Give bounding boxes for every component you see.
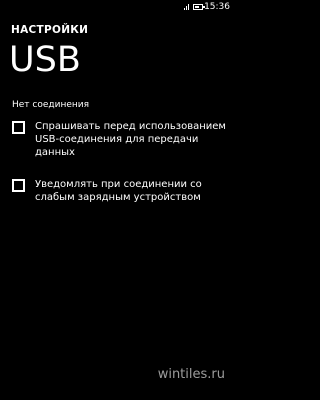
signal-bars-icon <box>184 4 189 10</box>
battery-level <box>195 6 199 8</box>
ask-before-usb-label[interactable]: Спрашивать перед использованием USB-соед… <box>35 120 234 159</box>
app-title: НАСТРОЙКИ <box>11 24 89 36</box>
battery-icon <box>193 4 205 10</box>
status-bar: 15:36 <box>0 0 240 16</box>
ask-before-usb-checkbox[interactable] <box>12 121 25 134</box>
status-icons <box>184 3 205 10</box>
weak-charger-notify-label[interactable]: Уведомлять при соединении со слабым заря… <box>35 178 234 204</box>
weak-charger-notify-option[interactable]: Уведомлять при соединении со слабым заря… <box>12 178 234 204</box>
page-title: USB <box>9 40 81 80</box>
status-time: 15:36 <box>204 2 230 12</box>
weak-charger-notify-checkbox[interactable] <box>12 179 25 192</box>
ask-before-usb-option[interactable]: Спрашивать перед использованием USB-соед… <box>12 120 234 159</box>
connection-status: Нет соединения <box>12 100 90 110</box>
watermark: wintiles.ru <box>157 367 225 382</box>
